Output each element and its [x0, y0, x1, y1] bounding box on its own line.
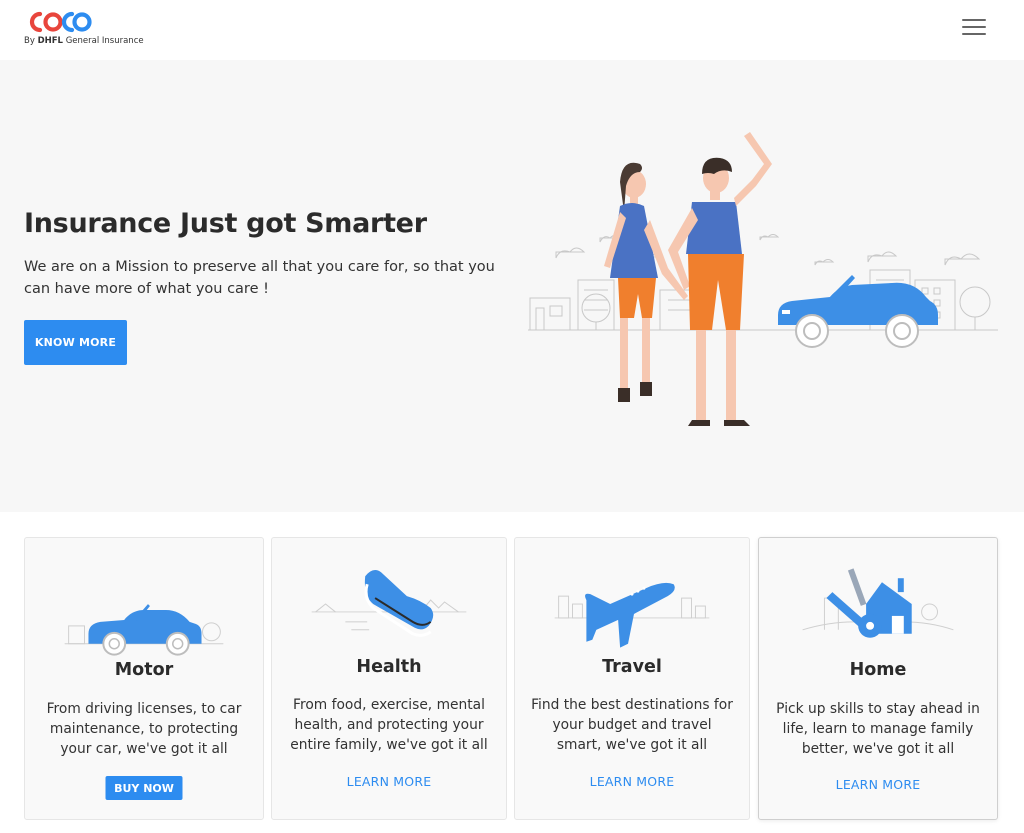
card-description: From driving licenses, to car maintenanc… [46, 701, 242, 757]
car-illustration [778, 275, 938, 348]
travel-card[interactable]: Travel Find the best destinations for yo… [514, 537, 750, 820]
car-icon [64, 604, 224, 656]
learn-more-link[interactable]: LEARN MORE [515, 774, 749, 789]
card-title: Home [849, 660, 907, 680]
hero-title: Insurance Just got Smarter [24, 208, 427, 239]
man-figure [668, 132, 772, 426]
sneaker-icon [311, 570, 467, 637]
learn-more-link[interactable]: LEARN MORE [759, 777, 997, 792]
motor-card[interactable]: Motor From driving licenses, to car main… [24, 537, 264, 820]
card-title: Travel [602, 657, 662, 677]
card-description: Pick up skills to stay ahead in life, le… [776, 701, 980, 757]
buy-now-button[interactable]: BUY NOW [105, 776, 183, 800]
house-key-icon [802, 568, 954, 638]
hamburger-menu-icon[interactable] [962, 19, 986, 37]
hero-illustration [528, 132, 998, 426]
card-title: Motor [114, 660, 174, 680]
health-card[interactable]: Health From food, exercise, mental healt… [271, 537, 507, 820]
learn-more-link[interactable]: LEARN MORE [272, 774, 506, 789]
logo-tagline: By DHFL General Insurance [24, 36, 144, 46]
card-title: Health [356, 657, 422, 677]
site-header: By DHFL General Insurance [0, 0, 1024, 60]
home-card[interactable]: Home Pick up skills to stay ahead in lif… [758, 537, 998, 820]
airplane-icon [554, 582, 710, 648]
card-description: From food, exercise, mental health, and … [290, 697, 488, 753]
hero-section: Insurance Just got Smarter We are on a M… [0, 60, 1024, 512]
woman-figure [604, 162, 688, 402]
hero-subtitle: We are on a Mission to preserve all that… [24, 259, 495, 297]
know-more-button[interactable]: KNOW MORE [24, 320, 127, 365]
card-description: Find the best destinations for your budg… [531, 697, 733, 753]
